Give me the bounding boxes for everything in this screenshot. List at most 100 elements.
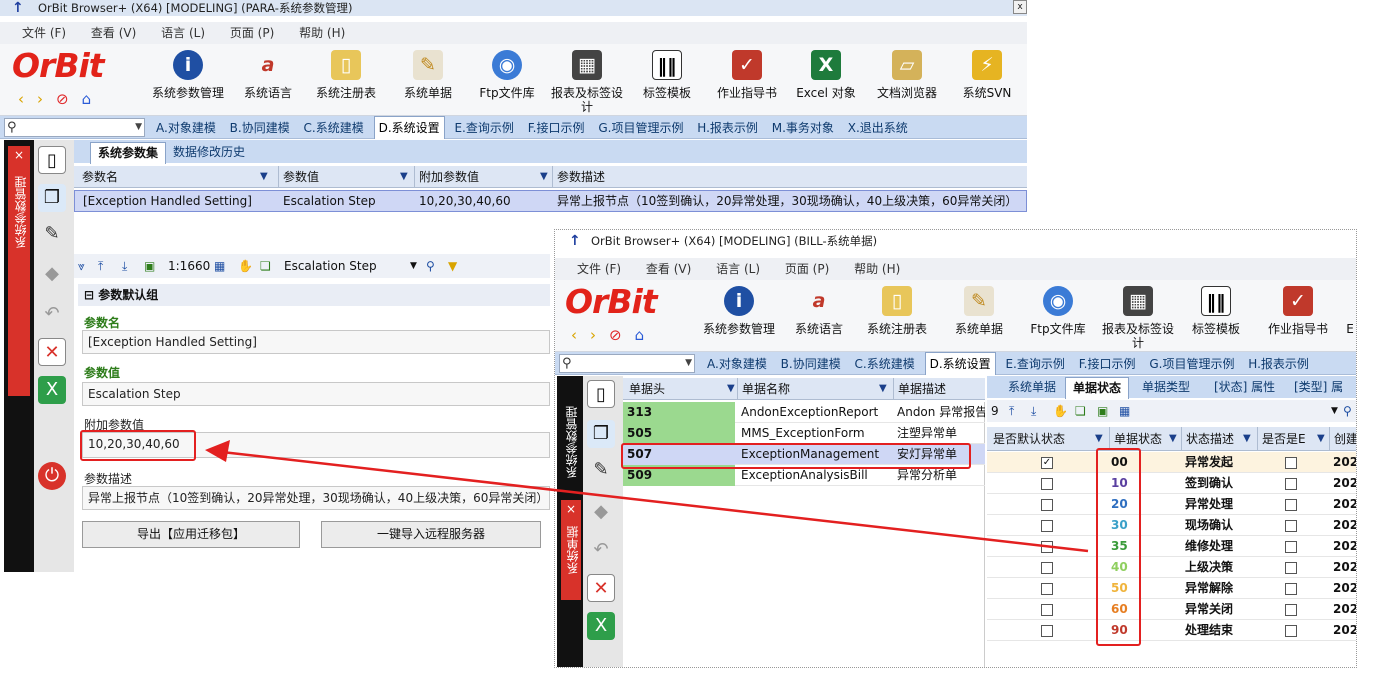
nav-tab-e[interactable]: E.查询示例	[1001, 353, 1068, 376]
filter-icon[interactable]: ▼	[540, 166, 548, 188]
dropdown-arrow-icon[interactable]: ▼	[685, 355, 692, 372]
nav-tab-d[interactable]: D.系统设置	[924, 352, 996, 375]
hand-icon[interactable]: ✋	[1053, 400, 1068, 422]
sidebar-close-icon[interactable]: ×	[8, 148, 30, 162]
last-record-icon[interactable]: ⤓	[1031, 400, 1036, 422]
forward-arrow-icon[interactable]: ›	[37, 90, 43, 108]
tb-sys-lang[interactable]: a 系统语言	[789, 286, 849, 336]
table-row[interactable]: 90 处理结束 202	[987, 620, 1356, 641]
menu-language[interactable]: 语言 (L)	[716, 262, 760, 276]
table-row[interactable]: 10 签到确认 202	[987, 473, 1356, 494]
table-row[interactable]: [Exception Handled Setting] Escalation S…	[74, 190, 1027, 212]
tb-doc-browser[interactable]: ▱ 文档浏览器	[870, 50, 944, 100]
excel-export-icon[interactable]: X	[38, 376, 66, 404]
menu-view[interactable]: 查看 (V)	[646, 262, 691, 276]
tb-sys-param[interactable]: i 系统参数管理	[150, 50, 226, 100]
tb-report-design[interactable]: ▦ 报表及标签设计	[1099, 286, 1177, 350]
sidebar-tab-param[interactable]: × 系统参数管理	[8, 146, 30, 396]
combo-dropdown-icon[interactable]: ▼	[1331, 400, 1338, 422]
is-e-checkbox[interactable]	[1285, 473, 1297, 494]
menu-help[interactable]: 帮助 (H)	[299, 26, 345, 40]
tb-ftp[interactable]: ◉ Ftp文件库	[1025, 286, 1091, 336]
nav-tab-f[interactable]: F.接口示例	[524, 117, 589, 140]
tb-sys-bill[interactable]: ✎ 系统单据	[949, 286, 1009, 336]
nav-tab-g[interactable]: G.项目管理示例	[1145, 353, 1238, 376]
nav-tab-b[interactable]: B.协同建模	[226, 117, 294, 140]
col-extra-value[interactable]: 附加参数值	[414, 166, 550, 188]
tb-label-template[interactable]: ‖‖ 标签模板	[638, 50, 696, 100]
nav-tab-a[interactable]: A.对象建模	[703, 353, 771, 376]
nav-tab-b[interactable]: B.协同建模	[777, 353, 845, 376]
default-checkbox[interactable]	[1041, 473, 1053, 494]
table-row[interactable]: 40 上级决策 202	[987, 557, 1356, 578]
blank-doc-icon[interactable]: ▯	[38, 146, 66, 174]
first-record-icon[interactable]: ⤒	[1009, 400, 1014, 422]
is-e-checkbox[interactable]	[1285, 557, 1297, 578]
grid-icon[interactable]: ▦	[1119, 400, 1130, 422]
tb-work-guide[interactable]: ✓ 作业指导书	[1263, 286, 1333, 336]
menu-language[interactable]: 语言 (L)	[161, 26, 205, 40]
hand-icon[interactable]: ✋	[238, 254, 253, 278]
combo-dropdown-icon[interactable]: ▼	[410, 254, 417, 278]
default-checkbox[interactable]	[1041, 494, 1053, 515]
default-checkbox[interactable]	[1041, 515, 1053, 536]
filter-icon[interactable]: ▼	[1169, 427, 1177, 451]
filter-icon[interactable]: ▼	[879, 378, 887, 400]
table-row[interactable]: 35 维修处理 202	[987, 536, 1356, 557]
nav-tab-h[interactable]: H.报表示例	[693, 117, 762, 140]
filter-icon[interactable]: ▼	[260, 166, 268, 188]
param-name-field[interactable]: [Exception Handled Setting]	[82, 330, 550, 354]
back-arrow-icon[interactable]: ‹	[18, 90, 24, 108]
search-icon[interactable]: ⚲	[426, 254, 435, 278]
collapse-icon[interactable]: ⩔	[78, 254, 85, 278]
table-row[interactable]: 30 现场确认 202	[987, 515, 1356, 536]
tab-status-attr[interactable]: [状态] 属性	[1207, 377, 1282, 398]
sidebar-tab-bill[interactable]: × 系统单据	[561, 500, 581, 600]
grid-icon[interactable]: ▦	[214, 254, 225, 278]
tb-svn[interactable]: ⚡ 系统SVN	[954, 50, 1020, 100]
menu-page[interactable]: 页面 (P)	[230, 26, 274, 40]
blank-doc-icon[interactable]: ▯	[587, 380, 615, 408]
default-checkbox[interactable]	[1041, 578, 1053, 599]
tb-cut-item[interactable]: E	[1343, 322, 1356, 336]
nav-tab-x[interactable]: X.退出系统	[844, 117, 912, 140]
menu-file[interactable]: 文件 (F)	[577, 262, 621, 276]
table-row[interactable]: 313 AndonExceptionReport Andon 异常报告	[623, 402, 985, 423]
subtab-history[interactable]: 数据修改历史	[166, 142, 252, 163]
tb-excel[interactable]: X Excel 对象	[792, 50, 860, 100]
back-arrow-icon[interactable]: ‹	[571, 326, 577, 344]
search-icon[interactable]: ⚲	[1343, 400, 1352, 422]
nav-tab-c[interactable]: C.系统建模	[300, 117, 368, 140]
table-row[interactable]: 60 异常关闭 202	[987, 599, 1356, 620]
nav-tab-e[interactable]: E.查询示例	[450, 117, 517, 140]
tb-report-design[interactable]: ▦ 报表及标签设计	[548, 50, 626, 114]
copy-icon[interactable]: ❏	[1075, 400, 1086, 422]
nav-tab-d[interactable]: D.系统设置	[373, 116, 445, 139]
diamond-icon[interactable]: ◆	[587, 498, 615, 526]
home-icon[interactable]: ⌂	[635, 326, 645, 344]
col-param-value[interactable]: 参数值	[278, 166, 414, 188]
nav-tab-f[interactable]: F.接口示例	[1075, 353, 1140, 376]
default-checkbox[interactable]	[1041, 599, 1053, 620]
is-e-checkbox[interactable]	[1285, 515, 1297, 536]
delete-icon[interactable]: ✕	[38, 338, 66, 366]
last-record-icon[interactable]: ⤓	[122, 254, 127, 278]
nav-tab-m[interactable]: M.事务对象	[768, 117, 838, 140]
filter-icon[interactable]: ▼	[400, 166, 408, 188]
col-bill-name[interactable]: 单据名称	[737, 378, 893, 400]
filter-icon[interactable]: ▼	[1317, 427, 1325, 451]
undo-icon[interactable]: ↶	[587, 536, 615, 564]
documents-icon[interactable]: ❐	[587, 420, 615, 448]
menu-page[interactable]: 页面 (P)	[785, 262, 829, 276]
default-checkbox[interactable]	[1041, 620, 1053, 641]
tb-sys-registry[interactable]: ▯ 系统注册表	[863, 286, 931, 336]
export-icon[interactable]: ▣	[144, 254, 155, 278]
desc-field[interactable]: 异常上报节点（10签到确认，20异常处理，30现场确认，40上级决策，60异常关…	[82, 486, 550, 510]
is-e-checkbox[interactable]	[1285, 536, 1297, 557]
edit-pen-icon[interactable]: ✎	[38, 220, 66, 248]
tb-work-guide[interactable]: ✓ 作业指导书	[712, 50, 782, 100]
tab-bill-type[interactable]: 单据类型	[1135, 377, 1197, 398]
excel-export-icon[interactable]: X	[587, 612, 615, 640]
sidebar-label-top[interactable]: 系统参数管理	[563, 406, 580, 478]
home-icon[interactable]: ⌂	[82, 90, 92, 108]
